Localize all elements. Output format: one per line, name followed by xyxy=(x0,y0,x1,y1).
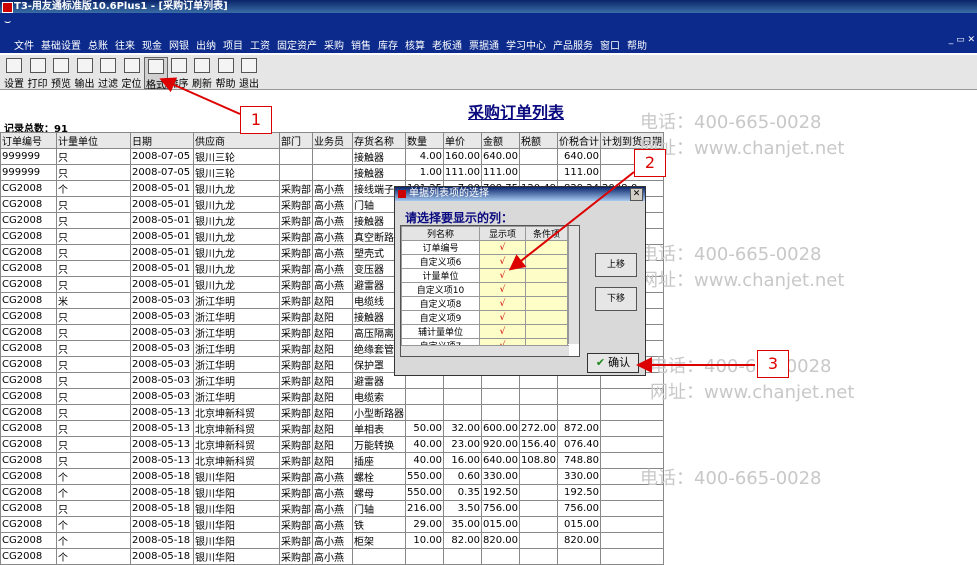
arrow-2 xyxy=(508,171,635,271)
table-cell: 2008-05-18 xyxy=(130,516,194,533)
table-cell: 756.00 xyxy=(481,500,520,517)
table-cell: 采购部 xyxy=(279,532,313,549)
table-cell: 银川华阳 xyxy=(193,532,280,549)
table-cell: 采购部 xyxy=(279,548,313,565)
table-cell: CG2008 xyxy=(0,516,57,533)
table-cell: 2008-05-18 xyxy=(130,532,194,549)
annotation-badge-2: 2 xyxy=(634,149,666,177)
table-cell: 只 xyxy=(56,500,131,517)
table-cell: CG2008 xyxy=(0,500,57,517)
table-cell xyxy=(519,516,558,533)
table-cell: 10.00 xyxy=(405,532,444,549)
annotation-badge-3: 3 xyxy=(757,350,789,378)
table-cell xyxy=(600,532,664,549)
table-cell: 820.00 xyxy=(481,532,520,549)
table-cell xyxy=(519,548,558,565)
table-cell xyxy=(352,548,406,565)
table-cell: 银川华阳 xyxy=(193,500,280,517)
table-cell: 个 xyxy=(56,532,131,549)
table-cell: 高小燕 xyxy=(312,548,353,565)
table-cell xyxy=(519,532,558,549)
arrow-1 xyxy=(159,77,241,115)
table-cell: 银川华阳 xyxy=(193,516,280,533)
table-cell xyxy=(405,548,444,565)
table-cell xyxy=(481,548,520,565)
table-cell: 015.00 xyxy=(557,516,601,533)
table-row[interactable]: CG2008 个 2008-05-18 银川华阳 采购部 高小燕 柜架 10.00 82.00 8… xyxy=(0,532,664,549)
table-cell: 采购部 xyxy=(279,516,313,533)
table-cell: 756.00 xyxy=(557,500,601,517)
table-cell: 高小燕 xyxy=(312,516,353,533)
table-cell: CG2008 xyxy=(0,548,57,565)
table-cell: 高小燕 xyxy=(312,500,353,517)
table-cell: 82.00 xyxy=(443,532,482,549)
table-cell xyxy=(600,516,664,533)
table-cell: 35.00 xyxy=(443,516,482,533)
table-cell xyxy=(600,548,664,565)
table-cell: CG2008 xyxy=(0,532,57,549)
table-cell: 820.00 xyxy=(557,532,601,549)
table-cell: 门轴 xyxy=(352,500,406,517)
table-cell: 采购部 xyxy=(279,500,313,517)
table-row[interactable]: CG2008 只 2008-05-18 银川华阳 采购部 高小燕 门轴 216.00 3.50 7… xyxy=(0,500,664,517)
table-cell xyxy=(600,500,664,517)
table-cell: 2008-05-18 xyxy=(130,548,194,565)
table-cell: 高小燕 xyxy=(312,532,353,549)
table-cell xyxy=(519,500,558,517)
table-cell: 铁 xyxy=(352,516,406,533)
table-cell: 个 xyxy=(56,548,131,565)
table-cell xyxy=(443,548,482,565)
table-cell: 2008-05-18 xyxy=(130,500,194,517)
table-cell xyxy=(557,548,601,565)
table-cell: 银川华阳 xyxy=(193,548,280,565)
table-cell: 29.00 xyxy=(405,516,444,533)
annotation-arrows xyxy=(159,77,755,373)
table-cell: 015.00 xyxy=(481,516,520,533)
table-row[interactable]: CG2008 个 2008-05-18 银川华阳 采购部 高小燕铁 29.00 35.00 01… xyxy=(0,516,664,533)
table-row[interactable]: CG2008 个 2008-05-18 银川华阳 采购部 高小燕 xyxy=(0,548,664,565)
annotation-badge-1: 1 xyxy=(240,106,272,134)
table-cell: 216.00 xyxy=(405,500,444,517)
table-cell: 柜架 xyxy=(352,532,406,549)
table-cell: 个 xyxy=(56,516,131,533)
table-cell: 3.50 xyxy=(443,500,482,517)
